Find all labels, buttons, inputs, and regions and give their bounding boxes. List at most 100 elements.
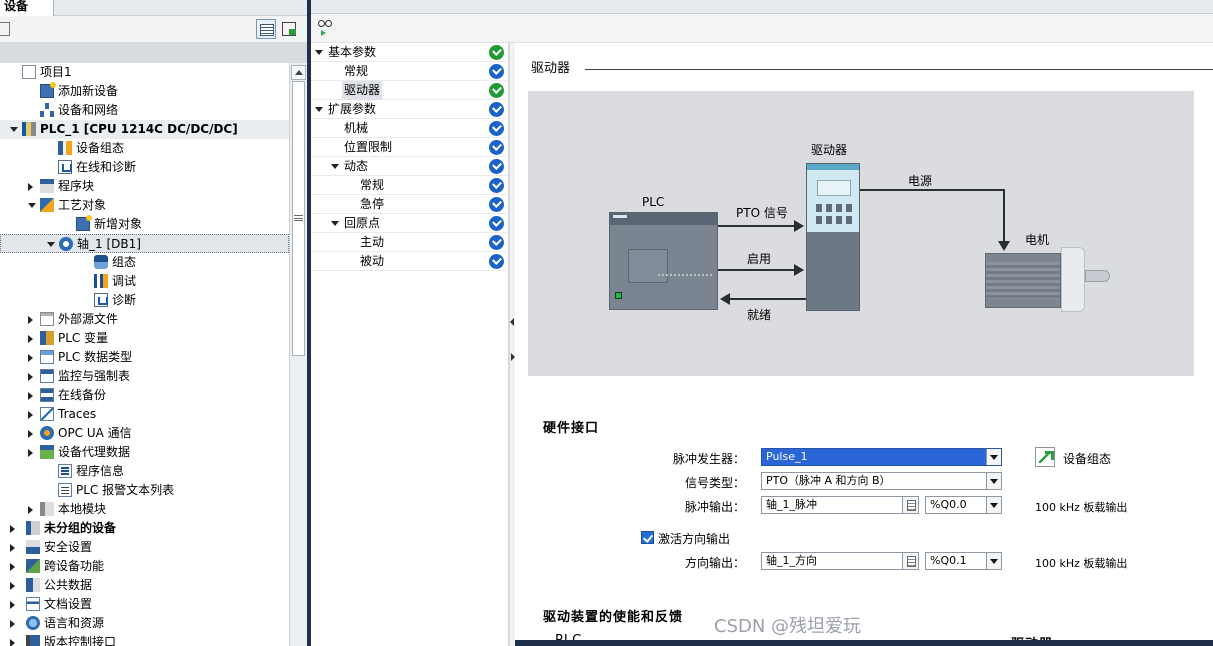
tree-item-network[interactable]: 设备和网络 bbox=[0, 101, 289, 120]
tree-scrollbar[interactable] bbox=[289, 63, 307, 646]
expand-open-icon[interactable] bbox=[331, 164, 339, 169]
tree-item-ungrouped-devices[interactable]: 未分组的设备 bbox=[0, 519, 289, 538]
expand-closed-icon[interactable] bbox=[28, 354, 33, 362]
expand-closed-icon[interactable] bbox=[28, 183, 33, 191]
expand-closed-icon[interactable] bbox=[28, 449, 33, 457]
device-config-link-icon[interactable] bbox=[1035, 447, 1055, 467]
tree-item-cross-device[interactable]: 跨设备功能 bbox=[0, 557, 289, 576]
tree-item-common-data[interactable]: 公共数据 bbox=[0, 576, 289, 595]
enable-label: 启用 bbox=[747, 252, 772, 266]
online-backup-icon bbox=[40, 388, 54, 402]
scroll-up-icon[interactable] bbox=[291, 65, 306, 80]
tree-item-program-info[interactable]: 程序信息 bbox=[0, 462, 289, 481]
expand-closed-icon[interactable] bbox=[28, 430, 33, 438]
tree-item-program-blocks[interactable]: 程序块 bbox=[0, 177, 289, 196]
expand-closed-icon[interactable] bbox=[10, 601, 15, 609]
tag-list-icon[interactable] bbox=[902, 497, 918, 513]
pulse-output-address-select[interactable]: %Q0.0 bbox=[925, 496, 1002, 514]
nav-item[interactable]: 常规 bbox=[311, 176, 509, 195]
ready-label: 就绪 bbox=[747, 308, 772, 322]
expand-closed-icon[interactable] bbox=[10, 563, 15, 571]
add-network-view-icon[interactable] bbox=[280, 19, 300, 39]
tree-item-configuration[interactable]: 组态 bbox=[0, 253, 289, 272]
tree-item-opc-ua[interactable]: OPC UA 通信 bbox=[0, 424, 289, 443]
expand-open-icon[interactable] bbox=[28, 203, 36, 208]
tree-item-label: PLC 变量 bbox=[58, 331, 109, 345]
expand-open-icon[interactable] bbox=[331, 221, 339, 226]
tree-item-plc-data-types[interactable]: PLC 数据类型 bbox=[0, 348, 289, 367]
expand-closed-icon[interactable] bbox=[28, 373, 33, 381]
signal-type-select[interactable]: PTO（脉冲 A 和方向 B） bbox=[761, 472, 1002, 490]
tree-item-device-proxy[interactable]: 设备代理数据 bbox=[0, 443, 289, 462]
expand-closed-icon[interactable] bbox=[10, 582, 15, 590]
overview-view-icon[interactable] bbox=[256, 19, 276, 39]
section-title: 驱动器 bbox=[531, 61, 571, 76]
pulse-generator-select[interactable]: Pulse_1 bbox=[761, 448, 1002, 466]
tree-item-commissioning[interactable]: 调试 bbox=[0, 272, 289, 291]
tree-item-add-device[interactable]: 添加新设备 bbox=[0, 82, 289, 101]
add-device-icon bbox=[40, 82, 56, 98]
nav-item[interactable]: 位置限制 bbox=[311, 138, 509, 157]
expand-closed-icon[interactable] bbox=[28, 411, 33, 419]
tree-item-plc[interactable]: PLC_1 [CPU 1214C DC/DC/DC] bbox=[0, 120, 289, 139]
nav-item[interactable]: 常规 bbox=[311, 62, 509, 81]
tree-item-online-backup[interactable]: 在线备份 bbox=[0, 386, 289, 405]
tree-item-project[interactable]: 项目1 bbox=[0, 63, 289, 82]
tree-item-axis[interactable]: 轴_1 [DB1] bbox=[0, 234, 289, 253]
editor-bottom-border bbox=[515, 640, 1213, 646]
tree-item-alarm-text[interactable]: PLC 报警文本列表 bbox=[0, 481, 289, 500]
nav-item[interactable]: 扩展参数 bbox=[311, 100, 509, 119]
expand-closed-icon[interactable] bbox=[10, 620, 15, 628]
expand-closed-icon[interactable] bbox=[28, 392, 33, 400]
nav-item[interactable]: 主动 bbox=[311, 233, 509, 252]
expand-closed-icon[interactable] bbox=[10, 544, 15, 552]
tree-item-device-config[interactable]: 设备组态 bbox=[0, 139, 289, 158]
nav-item[interactable]: 动态 bbox=[311, 157, 509, 176]
chevron-down-icon[interactable] bbox=[986, 449, 1001, 465]
nav-item[interactable]: 急停 bbox=[311, 195, 509, 214]
tree-item-diagnostics[interactable]: 在线和诊断 bbox=[0, 158, 289, 177]
direction-output-field[interactable]: 轴_1_方向 bbox=[761, 552, 919, 570]
nav-item[interactable]: 回原点 bbox=[311, 214, 509, 233]
nav-item[interactable]: 机械 bbox=[311, 119, 509, 138]
chevron-down-icon[interactable] bbox=[986, 473, 1001, 489]
expand-open-icon[interactable] bbox=[47, 242, 55, 247]
tag-list-icon[interactable] bbox=[902, 553, 918, 569]
tree-item-plc-tags[interactable]: PLC 变量 bbox=[0, 329, 289, 348]
tree-item-diagnostics[interactable]: 诊断 bbox=[0, 291, 289, 310]
expand-closed-icon[interactable] bbox=[10, 525, 15, 533]
expand-closed-icon[interactable] bbox=[28, 506, 33, 514]
expand-closed-icon[interactable] bbox=[28, 316, 33, 324]
expand-closed-icon[interactable] bbox=[28, 335, 33, 343]
direction-output-address-select[interactable]: %Q0.1 bbox=[925, 552, 1002, 570]
expand-open-icon[interactable] bbox=[315, 50, 323, 55]
collapse-left-icon[interactable] bbox=[510, 318, 514, 326]
tree-item-traces[interactable]: Traces bbox=[0, 405, 289, 424]
expand-open-icon[interactable] bbox=[315, 107, 323, 112]
tree-item-watch-table[interactable]: 监控与强制表 bbox=[0, 367, 289, 386]
status-info-icon bbox=[489, 216, 504, 231]
expand-closed-icon[interactable] bbox=[10, 639, 15, 646]
tree-item-label: 调试 bbox=[112, 274, 137, 288]
tree-item-local-modules[interactable]: 本地模块 bbox=[0, 500, 289, 519]
tree-item-technology-objects[interactable]: 工艺对象 bbox=[0, 196, 289, 215]
nav-item[interactable]: 驱动器 bbox=[311, 81, 509, 100]
tree-item-security[interactable]: 安全设置 bbox=[0, 538, 289, 557]
devices-tab[interactable]: 设备 bbox=[0, 0, 54, 16]
tree-item-version-control[interactable]: 版本控制接口 bbox=[0, 633, 289, 646]
activate-direction-checkbox[interactable] bbox=[641, 531, 654, 544]
chevron-down-icon[interactable] bbox=[986, 553, 1001, 569]
nav-item[interactable]: 基本参数 bbox=[311, 43, 509, 62]
tree-item-document-settings[interactable]: 文档设置 bbox=[0, 595, 289, 614]
expand-open-icon[interactable] bbox=[10, 127, 18, 132]
activate-direction-label: 激活方向输出 bbox=[658, 532, 731, 546]
tree-item-external-source[interactable]: 外部源文件 bbox=[0, 310, 289, 329]
tree-item-add-object[interactable]: 新增对象 bbox=[0, 215, 289, 234]
pulse-output-field[interactable]: 轴_1_脉冲 bbox=[761, 496, 919, 514]
device-config-link[interactable]: 设备组态 bbox=[1063, 450, 1111, 467]
tree-item-languages[interactable]: 语言和资源 bbox=[0, 614, 289, 633]
chevron-down-icon[interactable] bbox=[986, 497, 1001, 513]
power-line-down bbox=[1003, 189, 1005, 241]
nav-item[interactable]: 被动 bbox=[311, 252, 509, 271]
functional-view-icon[interactable] bbox=[318, 20, 332, 28]
